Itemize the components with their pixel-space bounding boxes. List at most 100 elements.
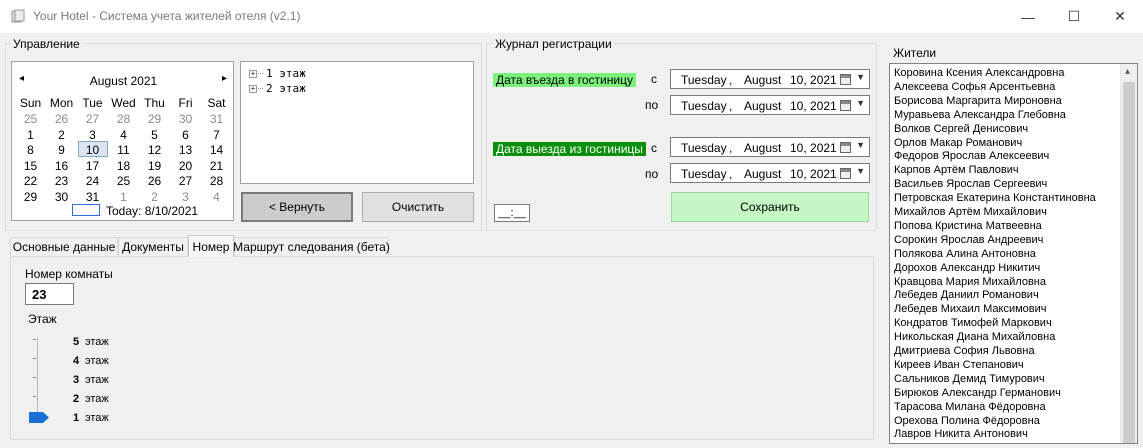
calendar-day[interactable]: 9 (46, 143, 77, 157)
resident-list-item[interactable]: Михайлов Артём Михайлович (894, 206, 1047, 218)
calendar-day[interactable]: 14 (201, 143, 232, 157)
calendar-day[interactable]: 15 (15, 159, 46, 173)
resident-list-item[interactable]: Федоров Ярослав Алексеевич (894, 150, 1049, 162)
calendar-day[interactable]: 12 (139, 143, 170, 157)
tree-item-floor-1[interactable]: +1 этаж (249, 67, 306, 80)
floor-slider-track[interactable] (37, 337, 38, 423)
resident-list-item[interactable]: Карпов Артём Павлович (894, 164, 1019, 176)
calendar-day[interactable]: 11 (108, 143, 139, 157)
resident-list-item[interactable]: Кравцова Мария Михайловна (894, 276, 1046, 288)
floor-option-2[interactable]: 2 этаж (73, 393, 109, 405)
calendar-day[interactable]: 31 (201, 112, 232, 126)
resident-list-item[interactable]: Тарасова Милана Фёдоровна (894, 401, 1046, 413)
resident-list-item[interactable]: Бирюков Александр Германович (894, 387, 1061, 399)
calendar-day[interactable]: 27 (77, 112, 108, 126)
calendar-day[interactable]: 30 (46, 190, 77, 204)
floor-slider-thumb[interactable] (29, 412, 49, 423)
minimize-button[interactable]: — (1005, 0, 1051, 33)
resident-list-item[interactable]: Волков Сергей Денисович (894, 123, 1028, 135)
calendar-day[interactable]: 24 (77, 174, 108, 188)
resident-list-item[interactable]: Дмитриева София Львовна (894, 345, 1035, 357)
calendar-day[interactable]: 22 (15, 174, 46, 188)
maximize-button[interactable]: ☐ (1051, 0, 1097, 33)
calendar-day[interactable]: 29 (139, 112, 170, 126)
calendar-day[interactable]: 25 (108, 174, 139, 188)
resident-list-item[interactable]: Борисова Маргарита Мироновна (894, 95, 1062, 107)
floor-option-5[interactable]: 5 этаж (73, 336, 109, 348)
time-input[interactable]: __:__ (494, 204, 530, 222)
calendar-day[interactable]: 4 (108, 128, 139, 142)
resident-list-item[interactable]: Полякова Алина Антоновна (894, 248, 1036, 260)
calendar-day[interactable]: 3 (77, 128, 108, 142)
resident-list-item[interactable]: Дорохов Александр Никитич (894, 262, 1040, 274)
calendar-day[interactable]: 20 (170, 159, 201, 173)
resident-list-item[interactable]: Киреев Иван Степанович (894, 359, 1024, 371)
tab-basic-data[interactable]: Основные данные (10, 237, 118, 256)
calendar-day[interactable]: 2 (139, 190, 170, 204)
floor-tree[interactable]: +1 этаж +2 этаж (240, 61, 474, 184)
resident-list-item[interactable]: Никольская Диана Михайловна (894, 331, 1055, 343)
calendar-month-label[interactable]: August 2021 (12, 74, 235, 88)
resident-list-item[interactable]: Коровина Ксения Александровна (894, 67, 1064, 79)
chevron-down-icon[interactable]: ▼ (856, 166, 865, 176)
expand-icon[interactable]: + (249, 69, 257, 78)
checkin-from-picker[interactable]: Tuesday , August 10, 2021 ▼ (670, 69, 870, 89)
chevron-down-icon[interactable]: ▼ (856, 98, 865, 108)
resident-list-item[interactable]: Муравьева Александра Глебовна (894, 109, 1066, 121)
tab-route[interactable]: Маршрут следования (бета) (233, 237, 390, 256)
resident-list-item[interactable]: Лавров Никита Антонович (894, 428, 1028, 440)
calendar-today-label[interactable]: Today: 8/10/2021 (106, 204, 198, 218)
calendar-day[interactable]: 13 (170, 143, 201, 157)
calendar-day[interactable]: 26 (139, 174, 170, 188)
calendar-next-icon[interactable]: ▸ (222, 73, 227, 84)
resident-list-item[interactable]: Сальников Демид Тимурович (894, 373, 1045, 385)
calendar-day[interactable]: 4 (201, 190, 232, 204)
chevron-down-icon[interactable]: ▼ (856, 140, 865, 150)
calendar-day[interactable]: 2 (46, 128, 77, 142)
calendar-day[interactable]: 18 (108, 159, 139, 173)
clear-button[interactable]: Очистить (362, 192, 474, 222)
tab-room[interactable]: Номер (188, 235, 234, 257)
calendar-day[interactable]: 23 (46, 174, 77, 188)
calendar-day[interactable]: 7 (201, 128, 232, 142)
calendar-day[interactable]: 27 (170, 174, 201, 188)
resident-list-item[interactable]: Орехова Полина Фёдоровна (894, 415, 1040, 427)
calendar-day[interactable]: 1 (108, 190, 139, 204)
checkin-to-picker[interactable]: Tuesday , August 10, 2021 ▼ (670, 95, 870, 115)
checkout-to-picker[interactable]: Tuesday , August 10, 2021 ▼ (670, 163, 870, 183)
resident-list-item[interactable]: Петровская Екатерина Константиновна (894, 192, 1096, 204)
back-button[interactable]: < Вернуть (241, 192, 353, 222)
calendar-day[interactable]: 3 (170, 190, 201, 204)
floor-option-4[interactable]: 4 этаж (73, 355, 109, 367)
calendar-day[interactable]: 6 (170, 128, 201, 142)
calendar-day[interactable]: 29 (15, 190, 46, 204)
calendar-day[interactable]: 16 (46, 159, 77, 173)
resident-list-item[interactable]: Орлов Макар Романович (894, 137, 1022, 149)
scrollbar-thumb[interactable] (1123, 82, 1135, 443)
calendar-day[interactable]: 26 (46, 112, 77, 126)
calendar-day[interactable]: 21 (201, 159, 232, 173)
calendar-day[interactable]: 17 (77, 159, 108, 173)
expand-icon[interactable]: + (249, 84, 257, 93)
resident-list-item[interactable]: Сорокин Ярослав Андреевич (894, 234, 1043, 246)
room-number-input[interactable]: 23 (25, 283, 74, 305)
tab-documents[interactable]: Документы (118, 237, 188, 256)
calendar-day[interactable]: 10 (77, 143, 108, 157)
calendar-day[interactable]: 19 (139, 159, 170, 173)
tree-item-floor-2[interactable]: +2 этаж (249, 82, 306, 95)
month-calendar[interactable]: ◂ August 2021 ▸ Sun Mon Tue Wed Thu Fri Sat 25 2… (11, 61, 234, 221)
resident-list-item[interactable]: Васильев Ярослав Сергеевич (894, 178, 1047, 190)
resident-list-item[interactable]: Попова Кристина Матвеевна (894, 220, 1042, 232)
chevron-down-icon[interactable]: ▼ (856, 72, 865, 82)
resident-list-item[interactable]: Лебедев Даниил Романович (894, 289, 1039, 301)
floor-option-1[interactable]: 1 этаж (73, 412, 109, 424)
residents-list[interactable]: Коровина Ксения Александровна Алексеева С… (889, 63, 1138, 444)
calendar-day[interactable]: 31 (77, 190, 108, 204)
resident-list-item[interactable]: Кондратов Тимофей Маркович (894, 317, 1052, 329)
scroll-up-icon[interactable]: ▴ (1125, 66, 1130, 77)
close-button[interactable]: ✕ (1097, 0, 1143, 33)
checkout-from-picker[interactable]: Tuesday , August 10, 2021 ▼ (670, 137, 870, 157)
calendar-day[interactable]: 8 (15, 143, 46, 157)
residents-scrollbar[interactable]: ▴ (1120, 64, 1137, 443)
calendar-day[interactable]: 25 (15, 112, 46, 126)
